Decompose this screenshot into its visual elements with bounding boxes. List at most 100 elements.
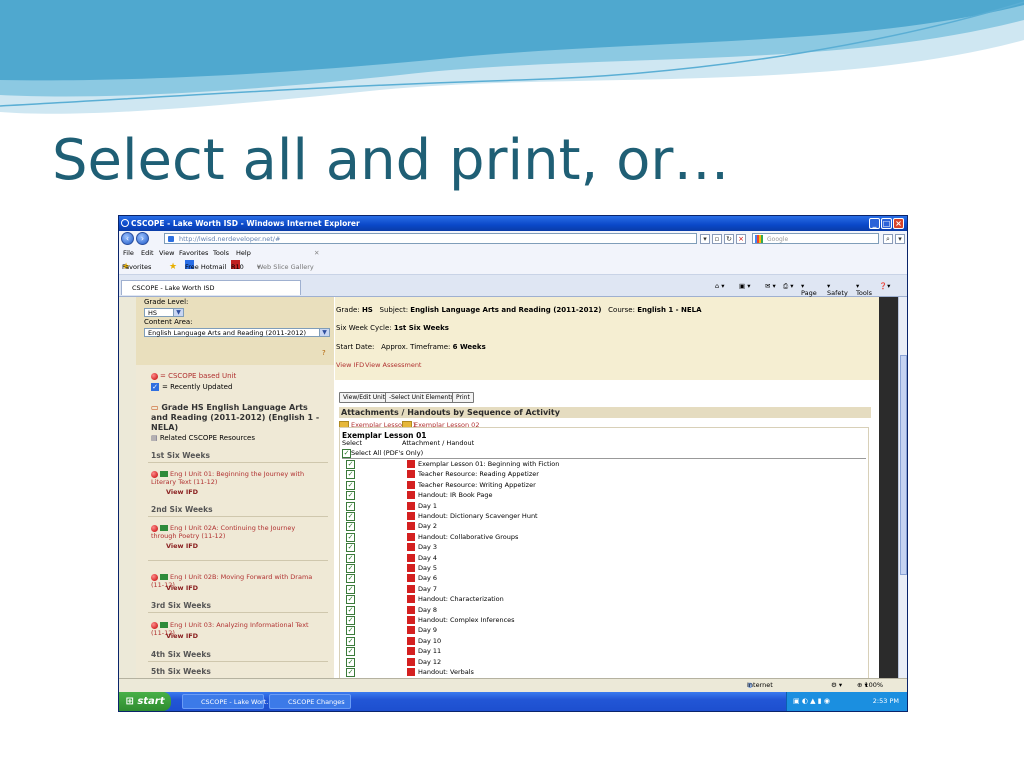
refresh-icon[interactable]: ↻ (724, 234, 734, 244)
attachment-checkbox[interactable]: ✓ (346, 512, 355, 521)
back-icon[interactable]: ‹ (121, 232, 134, 245)
unit-01-link[interactable]: Eng I Unit 01: Beginning the Journey wit… (151, 470, 321, 486)
attachment-link[interactable]: Day 3 (418, 542, 437, 552)
attachment-checkbox[interactable]: ✓ (346, 543, 355, 553)
week-2-heading[interactable]: 2nd Six Weeks (151, 505, 213, 514)
menu-favorites[interactable]: Favorites (179, 247, 208, 260)
forward-icon[interactable]: › (136, 232, 149, 245)
tools-menu[interactable]: Tools ▾ (856, 282, 872, 297)
close-icon[interactable]: × (893, 218, 904, 229)
select-unit-elements-dropdown[interactable]: -Select Unit Elements- (385, 392, 460, 403)
maximize-icon[interactable]: □ (881, 218, 892, 229)
safety-menu[interactable]: Safety ▾ (827, 282, 848, 297)
related-resources-link[interactable]: ▤ Related CSCOPE Resources (151, 434, 255, 442)
attachment-link[interactable]: Teacher Resource: Writing Appetizer (418, 480, 536, 490)
attachment-checkbox[interactable]: ✓ (346, 626, 355, 636)
unit-03-view-ifd[interactable]: View IFD (166, 632, 198, 640)
attachment-checkbox[interactable]: ✓ (346, 584, 355, 594)
attachment-link[interactable]: Day 4 (418, 553, 437, 563)
attachment-checkbox[interactable]: ✓ (346, 553, 355, 563)
unit-02a-view-ifd[interactable]: View IFD (166, 542, 198, 550)
select-all-checkbox[interactable]: ✓ (342, 449, 351, 458)
attachment-checkbox[interactable]: ✓ (346, 491, 355, 501)
attachment-link[interactable]: Day 7 (418, 584, 437, 594)
attachment-link[interactable]: Day 11 (418, 646, 441, 656)
home-icon[interactable]: ⌂ ▾ (715, 282, 724, 290)
attachment-checkbox[interactable]: ✓ (346, 522, 355, 532)
attachment-link[interactable]: Handout: Complex Inferences (418, 615, 515, 625)
attachment-checkbox[interactable]: ✓ (346, 605, 355, 615)
attachment-checkbox[interactable]: ✓ (346, 595, 355, 605)
attachment-checkbox[interactable]: ✓ (346, 668, 355, 677)
attachment-link[interactable]: Day 10 (418, 636, 441, 646)
attachment-link[interactable]: Handout: Characterization (418, 594, 504, 604)
feeds-icon[interactable]: ▣ ▾ (739, 282, 750, 290)
vertical-scrollbar[interactable] (898, 297, 907, 678)
attachment-link[interactable]: Day 12 (418, 657, 441, 667)
view-edit-unit-button[interactable]: View/Edit Unit (339, 392, 389, 403)
url-input[interactable]: http://lwisd.nerdeveloper.net/# (164, 233, 697, 244)
search-options-icon[interactable]: ▾ (895, 234, 905, 244)
unit-02a-link[interactable]: Eng I Unit 02A: Continuing the Journey t… (151, 524, 321, 540)
attachment-link[interactable]: Exemplar Lesson 01: Beginning with Ficti… (418, 459, 559, 469)
attachment-checkbox[interactable]: ✓ (346, 657, 355, 667)
attachment-link[interactable]: Day 6 (418, 573, 437, 583)
taskbar-cscope-ie[interactable]: CSCOPE - Lake Wort... (182, 694, 272, 709)
start-button[interactable]: ⊞ start (119, 692, 171, 711)
menu-file[interactable]: File (123, 247, 134, 260)
menu-tools[interactable]: Tools (213, 247, 229, 260)
attachment-link[interactable]: Day 8 (418, 605, 437, 615)
help-icon[interactable]: ❓▾ (879, 282, 890, 290)
close-toolbar-icon[interactable]: ✕ (314, 247, 319, 260)
attachment-link[interactable]: Handout: IR Book Page (418, 490, 493, 500)
view-ifd-link[interactable]: View IFD (336, 361, 364, 369)
week-5-heading[interactable]: 5th Six Weeks (151, 667, 211, 676)
week-4-heading[interactable]: 4th Six Weeks (151, 650, 211, 659)
menu-help[interactable]: Help (236, 247, 251, 260)
print-button[interactable]: Print (452, 392, 474, 403)
attachment-checkbox[interactable]: ✓ (346, 480, 355, 490)
attachment-checkbox[interactable]: ✓ (346, 501, 355, 511)
dropdown-icon[interactable]: ▾ (700, 234, 710, 244)
attachment-link[interactable]: Teacher Resource: Reading Appetizer (418, 469, 539, 479)
attachment-checkbox[interactable]: ✓ (346, 470, 355, 480)
page-menu[interactable]: Page ▾ (801, 282, 817, 297)
menu-view[interactable]: View (159, 247, 174, 260)
grade-level-select[interactable]: HS ▼ (144, 308, 184, 317)
search-input[interactable]: Google (752, 233, 879, 244)
tab-cscope[interactable]: CSCOPE - Lake Worth ISD (121, 280, 301, 295)
mail-icon[interactable]: ✉ ▾ (765, 282, 776, 290)
view-assessment-link[interactable]: View Assessment (365, 361, 421, 369)
attachment-link[interactable]: Handout: Dictionary Scavenger Hunt (418, 511, 538, 521)
attachment-link[interactable]: Day 2 (418, 521, 437, 531)
attachment-link[interactable]: Day 1 (418, 501, 437, 511)
attachment-checkbox[interactable]: ✓ (346, 460, 355, 469)
week-3-heading[interactable]: 3rd Six Weeks (151, 601, 211, 610)
attachment-link[interactable]: Day 5 (418, 563, 437, 573)
protected-mode-icon[interactable]: ⚙ ▾ (831, 679, 842, 692)
fav-web-slice-gallery[interactable]: Web Slice Gallery ▾ (257, 260, 314, 274)
attachment-link[interactable]: Handout: Verbals (418, 667, 474, 677)
week-1-heading[interactable]: 1st Six Weeks (151, 451, 210, 460)
attachment-link[interactable]: Handout: Collaborative Groups (418, 532, 518, 542)
unit-02b-view-ifd[interactable]: View IFD (166, 584, 198, 592)
select-all-row[interactable]: ✓ Select All (PDF's Only) (342, 448, 866, 459)
menu-edit[interactable]: Edit (141, 247, 154, 260)
content-area-select[interactable]: English Language Arts and Reading (2011-… (144, 328, 330, 337)
compat-icon[interactable]: ▫ (712, 234, 722, 244)
tray-icons[interactable]: ▣ ◐ ▲ ▮ ◉ (793, 692, 830, 711)
attachment-checkbox[interactable]: ✓ (346, 532, 355, 542)
taskbar-cscope-changes[interactable]: CSCOPE Changes (269, 694, 351, 709)
attachment-checkbox[interactable]: ✓ (346, 636, 355, 646)
attachment-checkbox[interactable]: ✓ (346, 616, 355, 625)
search-icon[interactable]: ⌕ (883, 234, 893, 244)
attachment-checkbox[interactable]: ✓ (346, 574, 355, 584)
minimize-icon[interactable]: _ (869, 218, 880, 229)
stop-icon[interactable]: × (736, 234, 746, 244)
attachment-link[interactable]: Day 9 (418, 625, 437, 635)
attachment-checkbox[interactable]: ✓ (346, 647, 355, 657)
print-icon[interactable]: ⎙ ▾ (783, 282, 794, 291)
unit-01-view-ifd[interactable]: View IFD (166, 488, 198, 496)
help-question-icon[interactable]: ? (322, 349, 326, 357)
zoom-control[interactable]: ⊕ 100% ▾ (857, 679, 883, 692)
